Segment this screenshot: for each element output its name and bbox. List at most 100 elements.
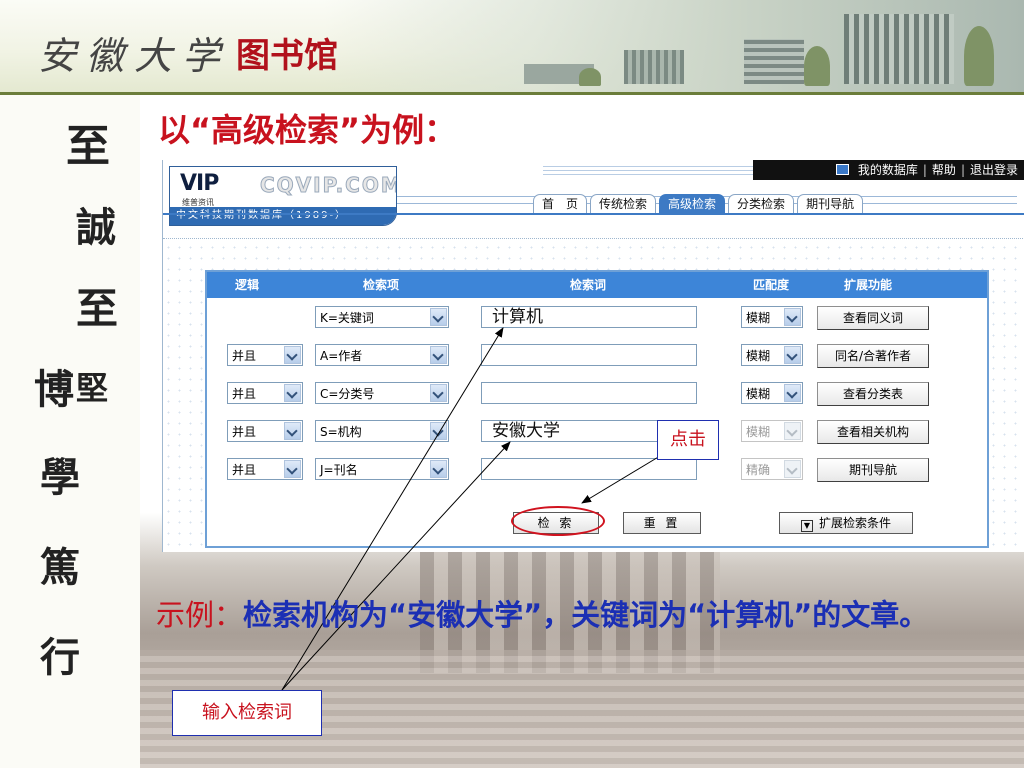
motto-char: 篤 [40,544,80,591]
chevron-down-icon [784,308,801,326]
field-select[interactable]: J=刊名 [315,458,449,480]
header-title: 安徽大学 图书馆 [38,30,338,80]
search-term-input[interactable] [481,344,697,366]
chevron-down-icon [284,384,301,402]
search-row: 并且 C=分类号 模糊 查看分类表 [207,382,987,408]
database-icon [835,164,849,175]
logic-value: 并且 [232,387,257,401]
field-select[interactable]: S=机构 [315,420,449,442]
tab-home[interactable]: 首 页 [533,194,588,213]
motto-char: 至 [76,284,119,333]
match-value: 模糊 [746,349,771,363]
expand-search-button[interactable]: ▼ 扩展检索条件 [779,512,913,534]
vip-logo-mark: VIP [180,171,219,196]
university-name: 安徽大学 [38,34,231,78]
extension-button[interactable]: 查看同义词 [817,306,929,330]
field-select[interactable]: K=关键词 [315,306,449,328]
vip-logo[interactable]: VIP 维普资讯 CQVIP.COM 中文科技期刊数据库（1989-） [169,166,397,226]
match-value: 模糊 [746,311,771,325]
tree-shape [804,46,830,86]
field-select[interactable]: A=作者 [315,344,449,366]
extension-button[interactable]: 同名/合著作者 [817,344,929,368]
chevron-down-icon [430,460,447,478]
tree-shape [964,26,994,86]
logic-value: 并且 [232,349,257,363]
example-label: 示例： [156,598,244,632]
chevron-down-icon [784,422,801,440]
extension-button[interactable]: 查看分类表 [817,382,929,406]
match-value: 模糊 [746,387,771,401]
logic-select[interactable]: 并且 [227,382,303,404]
match-select[interactable]: 模糊 [741,382,803,404]
logic-value: 并且 [232,425,257,439]
extension-button[interactable]: 期刊导航 [817,458,929,482]
chevron-down-icon [784,384,801,402]
tab-category-search[interactable]: 分类检索 [728,194,795,213]
click-callout: 点击 [657,420,719,460]
motto-char: 堅 [76,369,109,407]
search-table-header: 逻辑 检索项 检索词 匹配度 扩展功能 [207,272,987,298]
tab-journal-navigation[interactable]: 期刊导航 [797,194,864,213]
dotted-divider [163,238,1024,241]
my-database-link[interactable]: 我的数据库 [853,163,923,177]
motto-char: 至 [66,121,110,172]
search-row: 并且 A=作者 模糊 同名/合著作者 [207,344,987,370]
logic-value: 并且 [232,463,257,477]
chevron-down-icon [284,346,301,364]
vip-search-screenshot: VIP 维普资讯 CQVIP.COM 中文科技期刊数据库（1989-） 我的数据… [162,160,1024,552]
header-field: 检索项 [362,278,399,292]
match-value: 精确 [746,463,771,477]
search-row: K=关键词 计算机 模糊 查看同义词 [207,306,987,332]
tab-basic-search[interactable]: 传统检索 [590,194,657,213]
match-select: 模糊 [741,420,803,442]
search-term-input[interactable] [481,458,697,480]
tab-advanced-search[interactable]: 高级检索 [659,194,726,213]
slide-header: 安徽大学 图书馆 [0,0,1024,95]
match-value: 模糊 [746,425,771,439]
reset-button[interactable]: 重 置 [623,512,701,534]
match-select[interactable]: 模糊 [741,306,803,328]
example-caption: 示例：检索机构为“安徽大学”，关键词为“计算机”的文章。 [156,594,1006,636]
expand-down-icon: ▼ [800,520,813,532]
chevron-down-icon [784,346,801,364]
nav-tabs: 首 页 传统检索 高级检索 分类检索 期刊导航 [533,194,866,214]
field-value: K=关键词 [320,311,374,325]
header-term: 检索词 [569,278,606,292]
header-logic: 逻辑 [234,278,259,292]
match-select: 精确 [741,458,803,480]
vip-topbar: VIP 维普资讯 CQVIP.COM 中文科技期刊数据库（1989-） 我的数据… [163,160,1024,242]
motto-char: 行 [40,634,80,681]
help-link[interactable]: 帮助 [927,163,961,177]
field-value: J=刊名 [320,463,358,477]
building-shape [844,14,954,84]
header-extension: 扩展功能 [843,278,892,292]
search-term-input[interactable] [481,382,697,404]
motto-char: 誠 [76,204,116,251]
chevron-down-icon [784,460,801,478]
expand-search-label: 扩展检索条件 [818,516,891,530]
section-title: 以“高级检索”为例： [158,111,457,149]
field-value: A=作者 [320,349,363,363]
advanced-search-form: 逻辑 检索项 检索词 匹配度 扩展功能 K=关键词 计算机 模糊 查看同义词 并且 A=作… [205,270,989,548]
extension-button[interactable]: 查看相关机构 [817,420,929,444]
chevron-down-icon [284,460,301,478]
field-select[interactable]: C=分类号 [315,382,449,404]
logic-select[interactable]: 并且 [227,420,303,442]
search-term-input[interactable]: 计算机 [481,306,697,328]
tree-shape [579,68,601,86]
match-select[interactable]: 模糊 [741,344,803,366]
header-campus-photo [324,0,1024,92]
logout-link[interactable]: 退出登录 [965,163,1023,177]
logic-select[interactable]: 并且 [227,344,303,366]
top-links-bar: 我的数据库 | 帮助 | 退出登录 [753,160,1024,180]
cqvip-wordmark: CQVIP.COM [260,173,397,198]
library-label: 图书馆 [236,36,339,76]
field-value: S=机构 [320,425,362,439]
building-shape [744,39,804,84]
field-value: C=分类号 [320,387,375,401]
header-match: 匹配度 [752,278,789,292]
building-shape [624,50,684,84]
logic-select[interactable]: 并且 [227,458,303,480]
input-callout: 输入检索词 [172,690,322,736]
search-row: 并且 S=机构 安徽大学 模糊 查看相关机构 [207,420,987,446]
